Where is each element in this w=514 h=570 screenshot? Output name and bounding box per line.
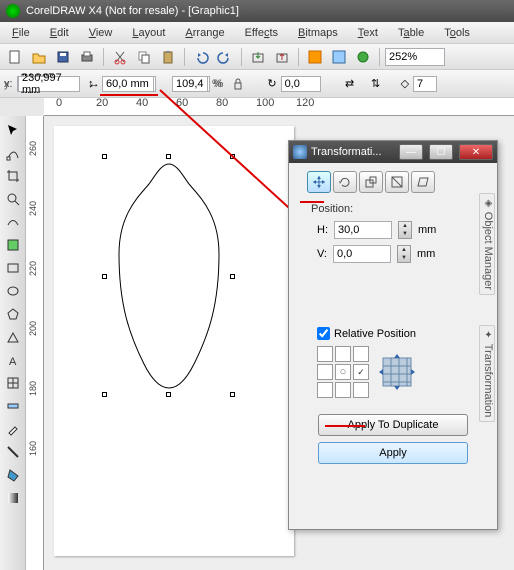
menu-bar: File Edit View Layout Arrange Effects Bi… [0,22,514,44]
docker-title-text: Transformati... [311,146,393,158]
v-label: V: [317,248,327,260]
menu-table[interactable]: Table [390,25,432,41]
relative-position-checkbox[interactable] [317,327,330,340]
toolbox: A [0,116,26,570]
print-icon[interactable] [76,47,98,67]
app1-icon[interactable] [304,47,326,67]
text-tool-icon[interactable]: A [3,350,23,370]
interactive-tool-icon[interactable] [3,396,23,416]
mirror-v-icon[interactable]: ⇅ [365,74,387,94]
size-tab-icon[interactable] [385,171,409,193]
duplicate-count[interactable]: 7 [413,76,437,92]
app-title: CorelDRAW X4 (Not for resale) - [Graphic… [26,5,239,17]
rotation-angle[interactable]: 0,0 [281,76,321,92]
new-icon[interactable] [4,47,26,67]
undo-icon[interactable] [190,47,212,67]
side-tab-transformation[interactable]: ✦ Transformation [479,325,495,422]
fill-tool-icon[interactable] [3,465,23,485]
anchor-grid[interactable] [317,346,369,398]
rotate-icon: ↻ [267,77,276,90]
menu-arrange[interactable]: Arrange [177,25,232,41]
y-position[interactable]: 230,997 mm [18,76,80,92]
lock-ratio-icon[interactable] [227,74,249,94]
menu-bitmaps[interactable]: Bitmaps [290,25,346,41]
copy-icon[interactable] [133,47,155,67]
welcome-icon[interactable] [352,47,374,67]
smart-fill-icon[interactable] [3,235,23,255]
ruler-horizontal: 0 20 40 60 80 100 120 [44,98,514,116]
annotation-underline [300,201,324,203]
redo-icon[interactable] [214,47,236,67]
menu-effects[interactable]: Effects [237,25,286,41]
menu-view[interactable]: View [81,25,121,41]
scale-y[interactable]: 109,4 [172,76,208,92]
app-logo-icon [6,4,20,18]
v-unit: mm [417,248,435,260]
save-icon[interactable] [52,47,74,67]
rotate-tab-icon[interactable] [333,171,357,193]
side-tab-object-manager[interactable]: ◈ Object Manager [479,193,495,295]
open-icon[interactable] [28,47,50,67]
transformation-docker: Transformati... — ☐ ✕ Position: H: ▲▼ mm… [288,140,498,530]
transform-tabs [307,171,489,193]
ruler-vertical: 260 240 220 200 180 160 [26,116,44,570]
freehand-tool-icon[interactable] [3,212,23,232]
crop-tool-icon[interactable] [3,166,23,186]
close-button[interactable]: ✕ [459,144,493,160]
ellipse-tool-icon[interactable] [3,281,23,301]
h-unit: mm [418,224,436,236]
zoom-tool-icon[interactable] [3,189,23,209]
app2-icon[interactable] [328,47,350,67]
export-icon[interactable] [271,47,293,67]
zoom-level[interactable]: 252% [385,48,445,66]
paste-icon[interactable] [157,47,179,67]
object-height[interactable]: 60,0 mm [102,76,154,92]
menu-edit[interactable]: Edit [42,25,77,41]
height-icon: ↕ [88,78,94,90]
rectangle-tool-icon[interactable] [3,258,23,278]
standard-toolbar: 252% [0,44,514,70]
skew-tab-icon[interactable] [411,171,435,193]
menu-layout[interactable]: Layout [124,25,173,41]
menu-file[interactable]: File [4,25,38,41]
v-input[interactable] [333,245,391,263]
menu-text[interactable]: Text [350,25,386,41]
interactive-fill-icon[interactable] [3,488,23,508]
import-icon[interactable] [247,47,269,67]
eyedropper-icon[interactable] [3,419,23,439]
h-spinner[interactable]: ▲▼ [398,221,412,239]
annotation-underline [325,425,365,427]
title-bar: CorelDRAW X4 (Not for resale) - [Graphic… [0,0,514,22]
dup-icon: ◇ [401,77,409,90]
annotation-underline [100,94,158,96]
outline-tool-icon[interactable] [3,442,23,462]
relative-position-label: Relative Position [334,328,416,340]
minimize-button[interactable]: — [399,144,423,160]
maximize-button[interactable]: ☐ [429,144,453,160]
svg-text:A: A [9,356,17,368]
basic-shapes-icon[interactable] [3,327,23,347]
position-label: Position: [311,203,489,215]
position-tab-icon[interactable] [307,171,331,193]
docker-titlebar[interactable]: Transformati... — ☐ ✕ [289,141,497,163]
table-tool-icon[interactable] [3,373,23,393]
y-label: y: [4,78,13,90]
mirror-h-icon[interactable]: ⇄ [339,74,361,94]
scale-tab-icon[interactable] [359,171,383,193]
cut-icon[interactable] [109,47,131,67]
docker-icon [293,145,307,159]
h-input[interactable] [334,221,392,239]
shape-tool-icon[interactable] [3,143,23,163]
apply-button[interactable]: Apply [318,442,468,464]
v-spinner[interactable]: ▲▼ [397,245,411,263]
anchor-preview-icon [379,354,415,390]
pick-tool-icon[interactable] [3,120,23,140]
menu-tools[interactable]: Tools [436,25,478,41]
selected-shape[interactable] [104,156,234,396]
polygon-tool-icon[interactable] [3,304,23,324]
h-label: H: [317,224,328,236]
